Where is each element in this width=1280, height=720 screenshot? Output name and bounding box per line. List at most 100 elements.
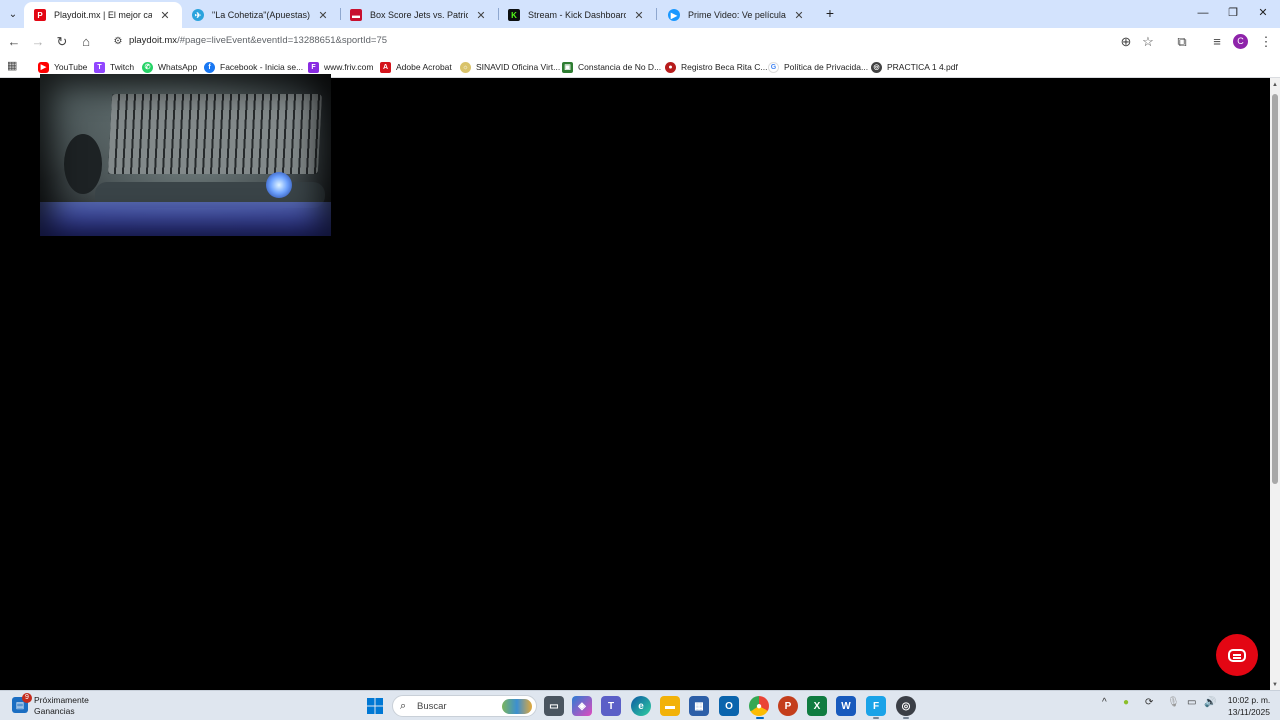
taskbar-search[interactable]: ⌕ Buscar (392, 695, 537, 717)
tab-kick-dashboard[interactable]: K Stream - Kick Dashboard ✕ (498, 2, 656, 28)
page-scrollbar[interactable]: ▲ ▼ (1270, 78, 1280, 690)
start-button[interactable] (365, 696, 385, 716)
chat-bubble-icon (1228, 648, 1246, 662)
tab-prime-video[interactable]: ▶ Prime Video: Ve películas, serie ✕ (658, 2, 816, 28)
taskbar-clock[interactable]: 10:02 p. m. 13/11/2025 (1222, 694, 1276, 718)
maximize-button[interactable]: ❐ (1218, 4, 1248, 22)
search-highlight-icon (502, 699, 532, 714)
widget-line-1: Próximamente (34, 695, 89, 705)
forward-button[interactable]: → (29, 33, 47, 51)
bookmark-adobe-acrobat[interactable]: A Adobe Acrobat (380, 60, 452, 74)
profile-avatar[interactable]: C (1233, 34, 1248, 49)
tab-separator (656, 8, 657, 20)
youtube-icon: ▶ (38, 61, 49, 73)
scroll-down-icon[interactable]: ▼ (1272, 682, 1278, 688)
obs-icon[interactable]: ◎ (896, 696, 916, 716)
bookmark-label: Constancia de No D... (578, 62, 662, 72)
acrobat-icon: A (380, 61, 391, 73)
bookmark-youtube[interactable]: ▶ YouTube (38, 60, 87, 74)
powerpoint-icon[interactable]: P (778, 696, 798, 716)
bookmark-politica-privacidad[interactable]: G Política de Privacida... (768, 60, 868, 74)
tab-strip: ⌄ P Playdoit.mx | El mejor casino de ✕ ✈… (0, 0, 1280, 28)
bookmark-sinavid[interactable]: ☼ SINAVID Oficina Virt... (460, 60, 560, 74)
reload-button[interactable]: ↻ (53, 33, 71, 51)
microsoft-store-icon[interactable]: ▦ (689, 696, 709, 716)
excel-icon[interactable]: X (807, 696, 827, 716)
copilot-icon[interactable]: ◈ (572, 696, 592, 716)
tray-app-icon[interactable]: ● (1123, 697, 1129, 708)
url-text[interactable]: playdoit.mx/#page=liveEvent&eventId=1328… (129, 35, 387, 46)
whatsapp-icon: ✆ (142, 61, 153, 73)
bookmark-whatsapp[interactable]: ✆ WhatsApp (142, 60, 197, 74)
new-tab-button[interactable]: + (822, 6, 838, 20)
home-button[interactable]: ⌂ (77, 33, 95, 51)
url-host: playdoit.mx (129, 35, 178, 46)
url-path: /#page=liveEvent&eventId=13288651&sportI… (177, 35, 388, 46)
playdoit-favicon-icon: P (34, 9, 46, 21)
tab-playdoit[interactable]: P Playdoit.mx | El mejor casino de ✕ (24, 2, 182, 28)
apps-grid-icon[interactable]: ▦ (7, 60, 19, 72)
chrome-icon[interactable]: ● (749, 696, 769, 716)
back-button[interactable]: ← (5, 33, 23, 51)
registro-beca-icon: ● (665, 61, 676, 73)
search-placeholder: Buscar (417, 701, 447, 712)
close-tab-icon[interactable]: ✕ (792, 9, 806, 22)
outlook-icon[interactable]: O (719, 696, 739, 716)
bookmark-label: SINAVID Oficina Virt... (476, 62, 561, 72)
close-tab-icon[interactable]: ✕ (632, 9, 646, 22)
site-info-icon[interactable]: ⚙ (110, 34, 126, 50)
teams-icon[interactable]: T (601, 696, 621, 716)
tab-search-chevron-icon[interactable]: ⌄ (4, 5, 22, 23)
bookmark-constancia[interactable]: ▣ Constancia de No D... (562, 60, 661, 74)
install-app-icon[interactable]: ⊕ (1117, 33, 1135, 51)
word-icon[interactable]: W (836, 696, 856, 716)
notification-badge: 9 (22, 693, 32, 703)
google-icon: G (768, 61, 779, 73)
close-window-button[interactable]: ✕ (1248, 4, 1278, 22)
widgets-button[interactable]: ▤ 9 Próximamente Ganancias (12, 693, 122, 718)
globe-icon: ◎ (871, 61, 882, 73)
file-explorer-icon[interactable]: ▬ (660, 696, 680, 716)
close-tab-icon[interactable]: ✕ (474, 9, 488, 22)
tray-overflow-chevron-icon[interactable]: ^ (1102, 697, 1107, 708)
clock-date: 13/11/2025 (1228, 707, 1270, 717)
facebook-icon: f (204, 61, 215, 73)
close-tab-icon[interactable]: ✕ (316, 9, 330, 22)
edge-icon[interactable]: e (631, 696, 651, 716)
bookmark-practica-pdf[interactable]: ◎ PRACTICA 1 4.pdf (871, 60, 958, 74)
widget-line-2: Ganancias (34, 706, 75, 716)
scroll-thumb[interactable] (1272, 94, 1278, 484)
bookmark-label: WhatsApp (158, 62, 198, 72)
tab-title: "La Cohetiza"(Apuestas) 🚀🔥 (212, 9, 310, 20)
app-f-icon[interactable]: F (866, 696, 886, 716)
tab-title: Stream - Kick Dashboard (528, 10, 626, 20)
scroll-up-icon[interactable]: ▲ (1272, 82, 1278, 88)
minimize-button[interactable]: — (1188, 4, 1218, 22)
live-chat-button[interactable] (1216, 634, 1258, 676)
tab-la-cohetiza[interactable]: ✈ "La Cohetiza"(Apuestas) 🚀🔥 ✕ (182, 2, 340, 28)
task-view-icon[interactable]: ▭ (544, 696, 564, 716)
tray-sync-icon[interactable]: ⟳ (1145, 697, 1153, 708)
browser-menu-icon[interactable]: ⋮ (1257, 33, 1275, 51)
espn-favicon-icon: ▬ (350, 9, 362, 21)
bookmark-star-icon[interactable]: ☆ (1139, 33, 1157, 51)
kick-favicon-icon: K (508, 9, 520, 21)
bookmark-twitch[interactable]: T Twitch (94, 60, 134, 74)
extensions-icon[interactable]: ⧉ (1173, 33, 1191, 51)
media-control-icon[interactable]: ≡ (1208, 33, 1226, 51)
network-icon[interactable]: ▭ (1187, 697, 1196, 708)
bookmark-registro-beca[interactable]: ● Registro Beca Rita C... (665, 60, 767, 74)
close-tab-icon[interactable]: ✕ (158, 9, 172, 22)
search-icon: ⌕ (400, 700, 407, 712)
bookmark-label: Registro Beca Rita C... (681, 62, 768, 72)
microphone-icon[interactable]: 🎙 (1167, 697, 1180, 708)
telegram-favicon-icon: ✈ (192, 9, 204, 21)
tab-box-score[interactable]: ▬ Box Score Jets vs. Patriots (13 d ✕ (340, 2, 498, 28)
tab-title: Prime Video: Ve películas, serie (688, 10, 786, 20)
bookmark-facebook[interactable]: f Facebook - Inicia se... (204, 60, 303, 74)
bookmark-label: PRACTICA 1 4.pdf (887, 62, 958, 72)
bookmark-label: Política de Privacida... (784, 62, 869, 72)
address-bar[interactable]: ⚙ playdoit.mx/#page=liveEvent&eventId=13… (104, 31, 1164, 53)
bookmark-friv[interactable]: F www.friv.com (308, 60, 373, 74)
volume-icon[interactable]: 🔊 (1204, 697, 1216, 708)
